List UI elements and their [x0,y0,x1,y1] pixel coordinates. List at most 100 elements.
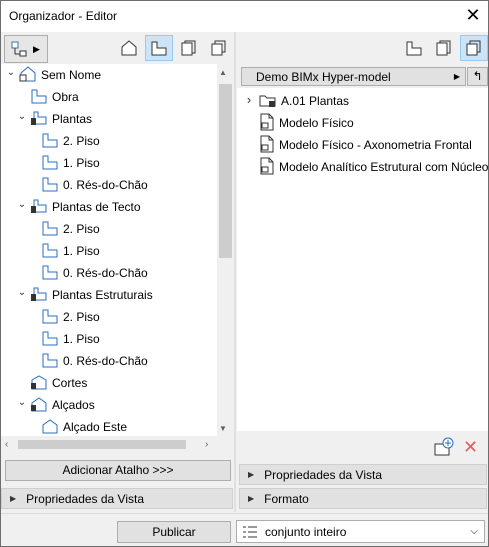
tree-item[interactable]: 1. Piso [41,240,100,262]
story-icon [41,154,59,173]
chevron-down-icon[interactable]: ⌄ [5,67,17,79]
vertical-scroll-thumb[interactable] [219,84,232,258]
view-map-icon [406,41,422,56]
tree-item-label: 2. Piso [63,310,100,324]
right-layout-book-button[interactable] [430,35,458,61]
arrow-up-return-icon: ↰ [472,69,483,83]
tree-item[interactable]: ⌄ Sem Nome [7,64,102,86]
story-icon [30,88,48,107]
tree-item-label: Alçado Este [63,420,128,434]
tree-item-label: 1. Piso [63,332,100,346]
publisher-options-button[interactable]: ↰ [467,67,488,86]
tree-item[interactable]: ⌄ Plantas de Tecto [18,196,141,218]
folder-set-icon [259,92,277,111]
tree-item-label: 1. Piso [63,244,100,258]
tree-item[interactable]: 2. Piso [41,306,100,328]
tree-item[interactable]: ⌄ Alçados [18,394,95,416]
publisher-item[interactable]: Modelo Físico - Axonometria Frontal [259,134,472,156]
tree-item[interactable]: Alçado Este [41,416,127,436]
left-view-properties-section[interactable]: ▶ Propriedades da Vista [1,488,233,509]
tree-item[interactable]: 0. Rés-do-Chão [41,262,148,284]
panel-splitter[interactable] [234,32,236,512]
right-publisher-sets-button[interactable] [460,35,488,61]
right-view-properties-label: Propriedades da Vista [264,467,383,482]
view-map-button[interactable] [145,35,173,61]
tree-item-label: 1. Piso [63,156,100,170]
publisher-item-label: A.01 Plantas [281,94,350,108]
project-icon [19,65,37,85]
chevron-down-icon[interactable]: ⌄ [16,397,28,409]
tree-item[interactable]: 0. Rés-do-Chão [41,350,148,372]
scroll-right-arrow-icon[interactable]: › [205,439,208,450]
publisher-sets-icon [211,40,226,56]
format-label: Formato [264,491,309,506]
right-view-properties-section[interactable]: ▶ Propriedades da Vista [239,464,487,485]
publisher-set-name: Demo BIMx Hyper-model [256,69,391,84]
tree-item[interactable]: ⌄ Plantas [18,108,93,130]
new-folder-button[interactable] [434,437,454,457]
story-icon [41,242,59,261]
tree-item[interactable]: 2. Piso [41,130,100,152]
left-view-toolbar [115,35,233,61]
list-icon [243,526,257,537]
expand-triangle-icon: ▶ [248,470,255,479]
close-icon[interactable]: ✕ [462,4,484,26]
expand-triangle-icon: ▶ [248,494,255,503]
chevron-down-icon[interactable]: ⌄ [16,111,28,123]
tree-item[interactable]: 1. Piso [41,328,100,350]
horizontal-scroll-thumb[interactable] [18,440,186,449]
layout-book-button[interactable] [175,35,203,61]
tree-item[interactable]: Cortes [30,372,87,394]
story-icon [41,330,59,349]
scroll-down-arrow-icon[interactable]: ▼ [219,424,227,433]
publish-button[interactable]: Publicar [117,521,231,543]
tree-item[interactable]: ⌄ Plantas Estruturais [18,284,153,306]
elevation-item-icon [41,418,59,437]
add-shortcut-button[interactable]: Adicionar Atalho >>> [5,460,231,481]
publish-set-dropdown[interactable]: conjunto inteiro ⌵ [236,520,485,543]
publisher-item[interactable]: › A.01 Plantas [247,90,350,112]
chevron-down-icon: ⌵ [470,526,478,537]
scroll-up-arrow-icon[interactable]: ▲ [219,68,227,77]
story-icon [41,176,59,195]
tree-item-label: 0. Rés-do-Chão [63,266,148,280]
publisher-item[interactable]: Modelo Analítico Estrutural com Núcleo [259,156,488,178]
right-view-map-button[interactable] [400,35,428,61]
tree-item[interactable]: Obra [30,86,79,108]
publish-set-value: conjunto inteiro [265,524,347,539]
tree-item[interactable]: 0. Rés-do-Chão [41,174,148,196]
publisher-item-label: Modelo Físico [279,116,354,130]
project-map-icon [121,40,137,56]
chevron-right-icon: ▶ [453,72,460,81]
chevron-down-icon[interactable]: ⌄ [16,199,28,211]
publisher-item-label: Modelo Físico - Axonometria Frontal [279,138,472,152]
tree-item-label: 2. Piso [63,134,100,148]
elevation-icon [30,396,48,415]
publisher-set-header[interactable]: Demo BIMx Hyper-model ▶ [241,67,466,86]
tree-item[interactable]: 1. Piso [41,152,100,174]
chevron-right-icon[interactable]: › [243,93,255,106]
right-view-toolbar [400,35,488,61]
folder-view-icon [30,198,48,217]
tree-item-label: Plantas [52,112,93,126]
project-map-button[interactable] [115,35,143,61]
story-icon [41,308,59,327]
document-icon [259,135,275,156]
tree-item[interactable]: 2. Piso [41,218,100,240]
document-icon [259,113,275,134]
tree-item-label: Plantas Estruturais [52,288,153,302]
view-map-icon [151,41,167,56]
left-view-properties-label: Propriedades da Vista [26,491,145,506]
scroll-left-arrow-icon[interactable]: ‹ [5,439,8,450]
tree-item-label: Obra [52,90,79,104]
tree-item-label: Sem Nome [41,68,102,82]
section-icon [30,374,48,393]
publisher-item[interactable]: Modelo Físico [259,112,354,134]
delete-icon[interactable]: ✕ [463,437,478,457]
publisher-item-label: Modelo Analítico Estrutural com Núcleo [279,160,489,174]
chevron-down-icon[interactable]: ⌄ [16,287,28,299]
hierarchy-menu-button[interactable]: ▶ [4,35,48,63]
format-section[interactable]: ▶ Formato [239,488,487,509]
publisher-sets-button[interactable] [205,35,233,61]
window-title: Organizador - Editor [9,9,118,23]
